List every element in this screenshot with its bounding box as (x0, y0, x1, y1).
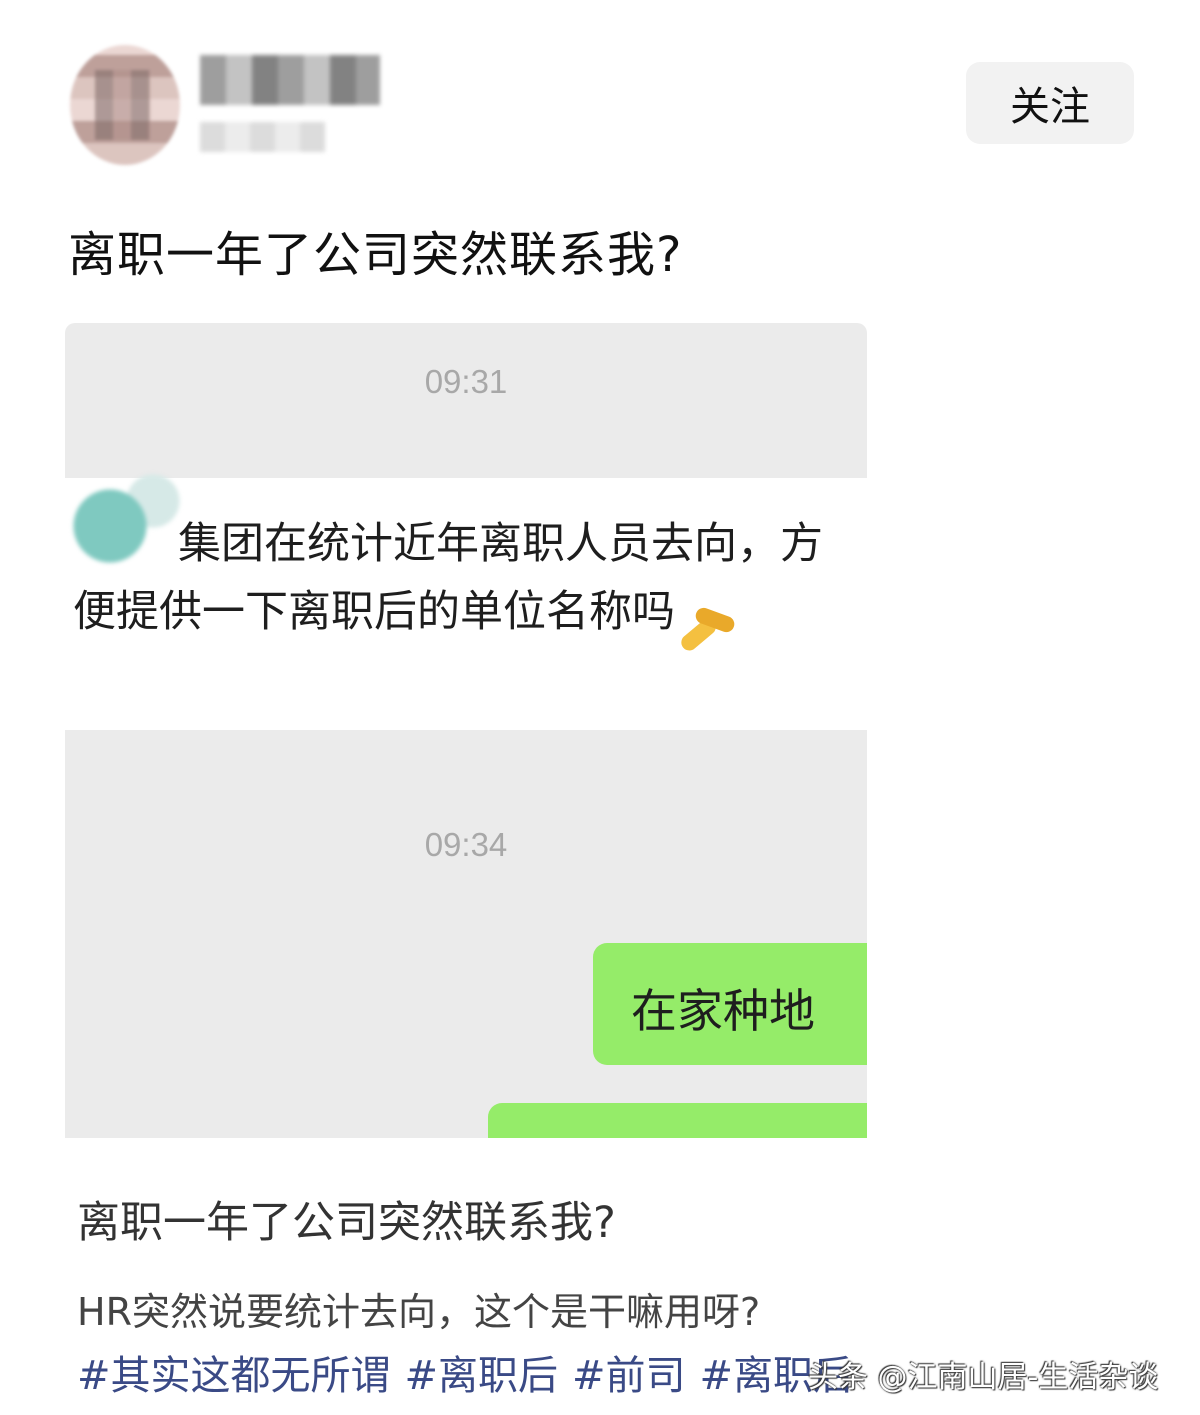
author-avatar[interactable] (70, 45, 180, 165)
post-image-card[interactable]: 09:31 集团在统计近年离职人员去向，方便提供一下离职后的单位名称吗 09:3… (65, 323, 867, 1415)
chat-timestamp: 09:34 (424, 826, 508, 863)
author-name-blurred[interactable] (200, 55, 380, 105)
card-title: 离职一年了公司突然联系我? (77, 1198, 616, 1248)
chat-screenshot: 09:31 集团在统计近年离职人员去向，方便提供一下离职后的单位名称吗 09:3… (65, 323, 867, 1138)
post-title: 离职一年了公司突然联系我? (68, 227, 683, 283)
hashtag[interactable]: #其实这都无所谓 (77, 1353, 391, 1399)
incoming-message-row: 集团在统计近年离职人员去向，方便提供一下离职后的单位名称吗 (65, 466, 867, 730)
outgoing-message-bubble: 在家种地 (593, 943, 867, 1065)
hashtag[interactable]: #前司 (572, 1353, 686, 1399)
card-footer: 离职一年了公司突然联系我? HR突然说要统计去向，这个是干嘛用呀? #其实这都无… (65, 1138, 867, 1415)
outgoing-message-bubble-partial (488, 1103, 867, 1138)
hashtag-list: #其实这都无所谓 #离职后 #前司 #离职后 (77, 1343, 867, 1401)
post-header: 关注 (0, 0, 1200, 190)
outgoing-message-text: 在家种地 (631, 984, 815, 1038)
incoming-message: 集团在统计近年离职人员去向，方便提供一下离职后的单位名称吗 (73, 510, 863, 646)
follow-button[interactable]: 关注 (966, 62, 1134, 144)
hashtag[interactable]: #离职后 (405, 1353, 559, 1399)
watermark: 头条 @江南山居-生活杂谈 (808, 1360, 1159, 1395)
folded-hands-icon (677, 584, 735, 632)
chat-timestamp: 09:31 (424, 363, 508, 400)
card-description: HR突然说要统计去向，这个是干嘛用呀? (77, 1290, 761, 1334)
author-info-blurred (200, 122, 325, 152)
